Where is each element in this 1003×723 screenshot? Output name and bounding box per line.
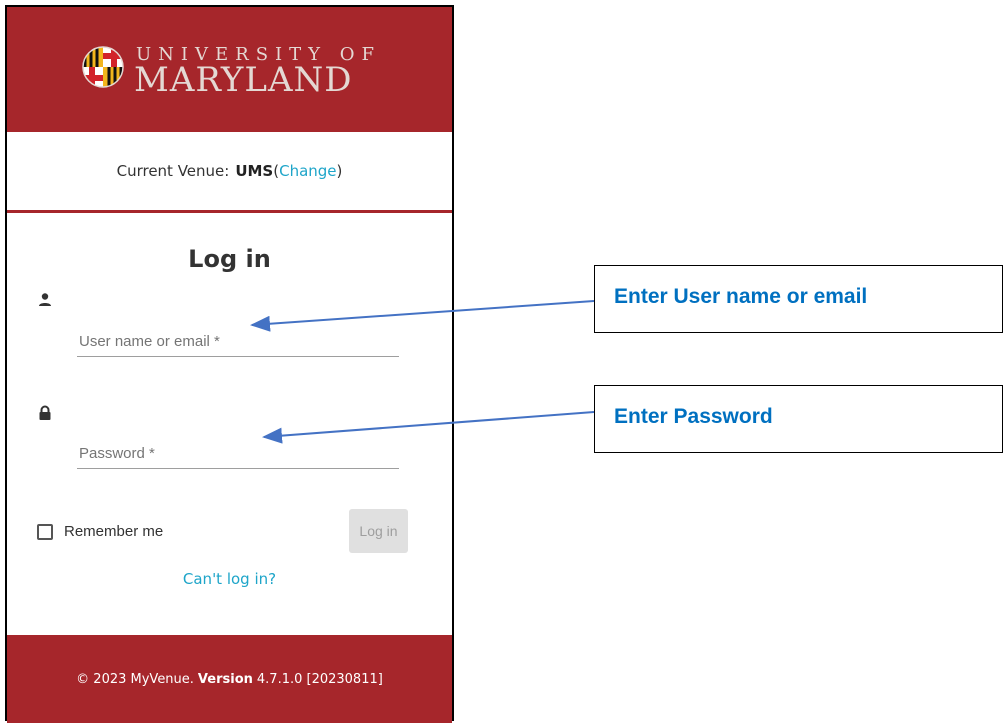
footer-version-value: 4.7.1.0 [20230811] bbox=[256, 671, 383, 687]
username-input[interactable] bbox=[77, 327, 399, 357]
header-banner: UNIVERSITY OF MARYLAND bbox=[7, 7, 452, 132]
footer-copyright: © 2023 MyVenue. bbox=[76, 671, 194, 687]
person-icon bbox=[39, 293, 51, 306]
username-callout-text: Enter User name or email bbox=[614, 285, 868, 308]
password-callout: Enter Password bbox=[594, 385, 1003, 453]
venue-label: Current Venue: bbox=[116, 162, 230, 180]
footer: © 2023 MyVenue. Version 4.7.1.0 [2023081… bbox=[7, 635, 452, 723]
venue-close-paren: ) bbox=[336, 162, 343, 180]
login-panel: UNIVERSITY OF MARYLAND Current Venue: UM… bbox=[5, 5, 454, 723]
username-callout: Enter User name or email bbox=[594, 265, 1003, 333]
remember-me-label[interactable]: Remember me bbox=[64, 523, 163, 540]
page-title: Log in bbox=[188, 245, 271, 273]
change-venue-link[interactable]: Change bbox=[279, 162, 336, 180]
current-venue-bar: Current Venue: UMS ( Change ) bbox=[7, 132, 452, 210]
venue-divider bbox=[7, 210, 452, 213]
footer-version-label: Version bbox=[197, 671, 253, 687]
logo-text-line2: MARYLAND bbox=[134, 60, 353, 100]
maryland-seal-icon bbox=[82, 46, 124, 88]
login-button[interactable]: Log in bbox=[349, 509, 408, 553]
venue-name: UMS bbox=[235, 162, 274, 180]
cant-login-link[interactable]: Can't log in? bbox=[7, 570, 452, 588]
checkbox-icon[interactable] bbox=[37, 523, 53, 540]
password-input[interactable] bbox=[77, 439, 399, 469]
password-callout-text: Enter Password bbox=[614, 405, 773, 428]
remember-me[interactable]: Remember me bbox=[37, 523, 163, 540]
lock-icon bbox=[39, 405, 51, 420]
